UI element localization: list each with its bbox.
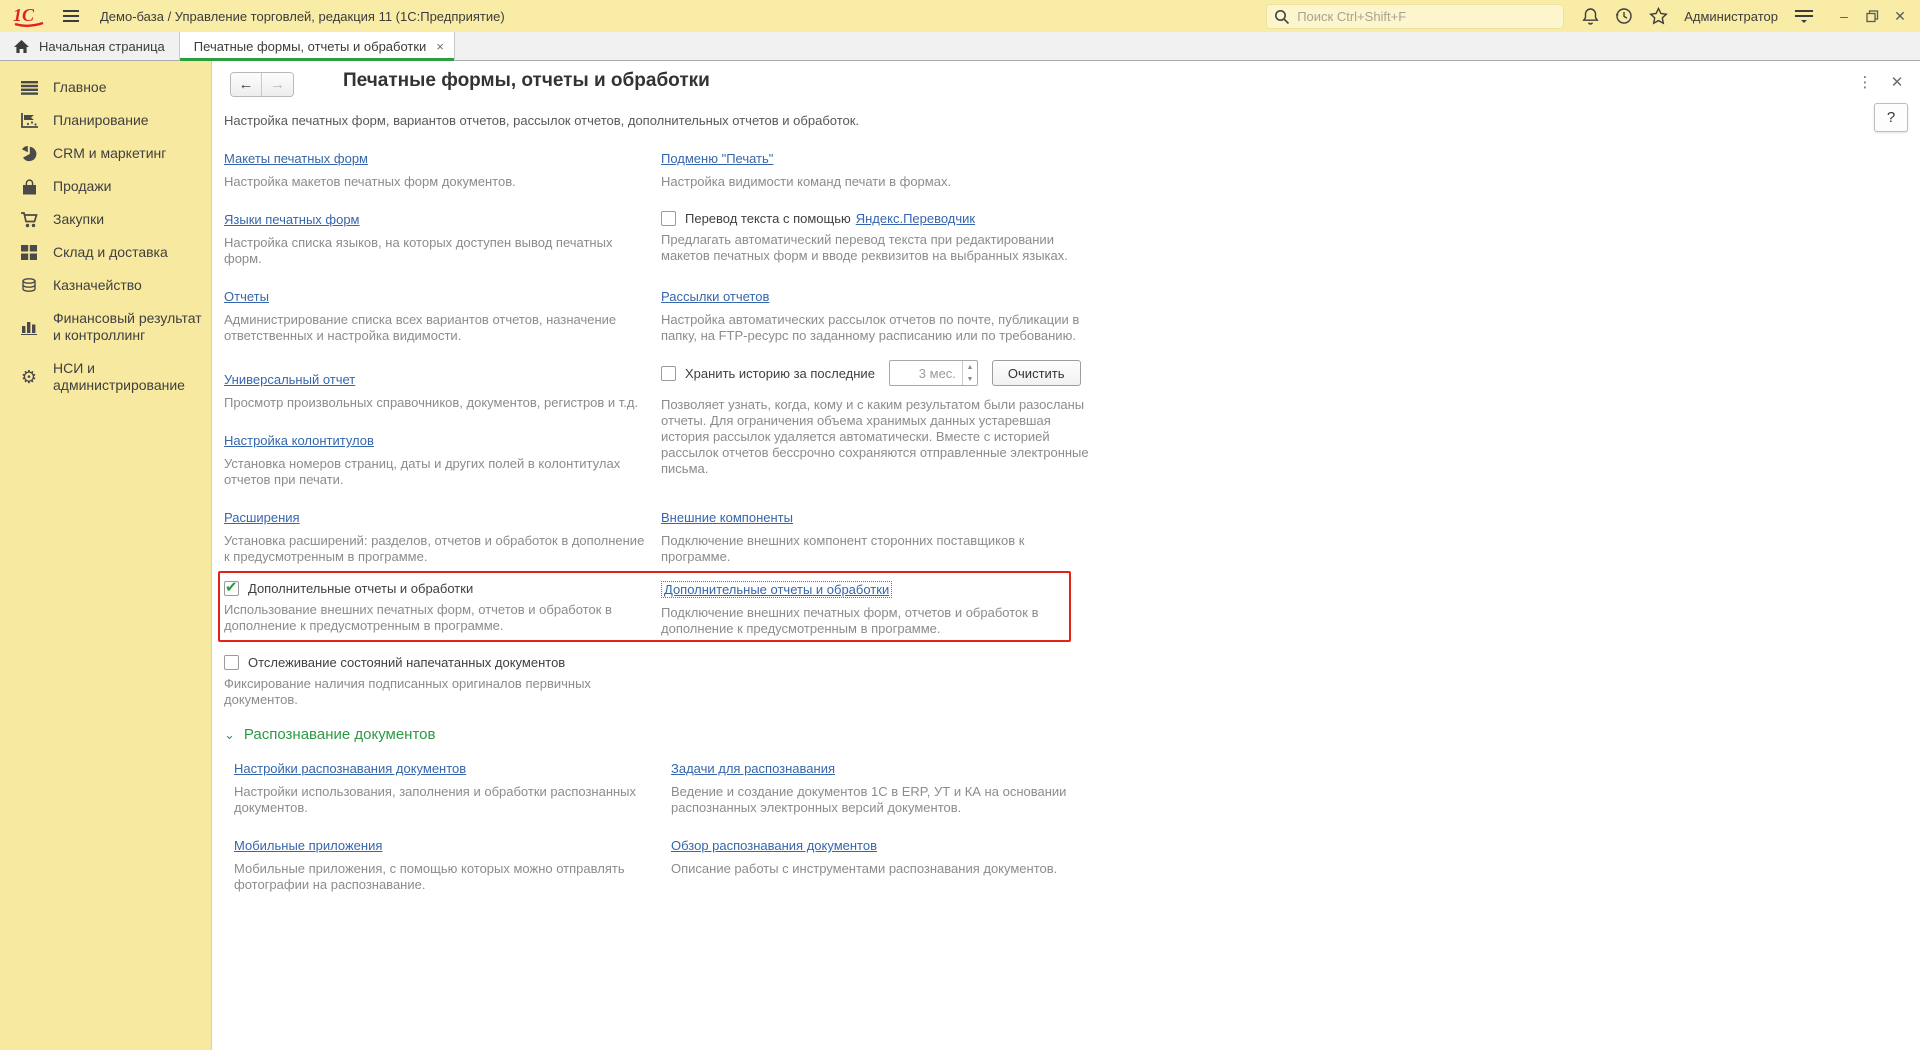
sections-sidebar: Главное Планирование CRM и маркетинг Про… (0, 61, 212, 1050)
history-icon[interactable] (1615, 7, 1633, 25)
main-menu-icon[interactable] (62, 9, 80, 23)
help-button[interactable]: ? (1874, 103, 1908, 132)
restore-button[interactable] (1858, 0, 1886, 32)
link-podmenu-pechat[interactable]: Подменю "Печать" (661, 151, 773, 166)
link-vneshnie-komponenty[interactable]: Внешние компоненты (661, 510, 793, 525)
shopping-cart-icon (18, 212, 40, 228)
page-subtitle: Настройка печатных форм, вариантов отчет… (224, 113, 1920, 128)
link-dop-otchety[interactable]: Дополнительные отчеты и обработки (661, 581, 892, 598)
menu-lines-icon (18, 81, 40, 95)
link-zadachi-raspoznavaniya[interactable]: Задачи для распознавания (671, 761, 835, 776)
close-form-icon[interactable]: ✕ (1888, 73, 1906, 91)
sidebar-item-finrezultat[interactable]: Финансовый результат и контроллинг (0, 302, 211, 352)
history-period-input[interactable] (890, 361, 962, 385)
stepper-down-icon[interactable]: ▼ (963, 373, 977, 385)
close-window-button[interactable]: ✕ (1886, 0, 1914, 32)
coins-icon (18, 278, 40, 294)
link-maketi-pechatnyh-form[interactable]: Макеты печатных форм (224, 151, 368, 166)
history-nav: ← → (230, 72, 294, 97)
minimize-button[interactable]: – (1830, 0, 1858, 32)
link-yazyki-pechatnyh-form[interactable]: Языки печатных форм (224, 212, 360, 227)
sidebar-item-sklad[interactable]: Склад и доставка (0, 236, 211, 269)
link-rassylki-otchetov[interactable]: Рассылки отчетов (661, 289, 769, 304)
sidebar-item-zakupki[interactable]: Закупки (0, 203, 211, 236)
forward-button[interactable]: → (262, 73, 293, 96)
link-nastroyki-raspoznavaniya[interactable]: Настройки распознавания документов (234, 761, 466, 776)
chevron-down-icon: ⌄ (224, 727, 235, 743)
sidebar-item-crm[interactable]: CRM и маркетинг (0, 137, 211, 170)
link-rasshireniya[interactable]: Расширения (224, 510, 300, 525)
notifications-bell-icon[interactable] (1582, 7, 1599, 25)
shopping-bag-icon (18, 179, 40, 195)
more-menu-icon[interactable]: ⋮ (1856, 73, 1874, 91)
sidebar-item-glavnoe[interactable]: Главное (0, 71, 211, 104)
search-icon (1274, 9, 1290, 25)
home-icon (14, 40, 29, 54)
sidebar-item-kaznacheystvo[interactable]: Казначейство (0, 269, 211, 302)
planning-chart-icon (18, 113, 40, 129)
link-universalny-otchet[interactable]: Универсальный отчет (224, 372, 355, 387)
highlight-dop-otchety: Дополнительные отчеты и обработки Исполь… (218, 571, 1071, 642)
link-mobilnye-prilozheniya[interactable]: Мобильные приложения (234, 838, 382, 853)
settings-grid: Макеты печатных форм Настройка макетов п… (224, 150, 1920, 914)
stepper-up-icon[interactable]: ▲ (963, 361, 977, 373)
1c-logo[interactable]: 1С (12, 5, 46, 27)
history-controls-row: Хранить историю за последние ▲ ▼ Очистит… (661, 360, 1089, 386)
back-button[interactable]: ← (231, 73, 262, 96)
tab-print-forms[interactable]: Печатные формы, отчеты и обработки × (180, 32, 455, 61)
current-user[interactable]: Администратор (1684, 9, 1778, 24)
link-obzor-raspoznavaniya[interactable]: Обзор распознавания документов (671, 838, 877, 853)
sidebar-item-nsi[interactable]: ⚙ НСИ и администрирование (0, 352, 211, 402)
tab-home[interactable]: Начальная страница (0, 32, 180, 61)
checkbox-otslezhivanie[interactable] (224, 655, 239, 670)
favorites-star-icon[interactable] (1649, 7, 1668, 25)
tab-print-forms-label: Печатные формы, отчеты и обработки (194, 39, 427, 54)
checkbox-perevod-teksta[interactable] (661, 211, 676, 226)
tab-bar: Начальная страница Печатные формы, отчет… (0, 32, 1920, 61)
bar-chart-icon (18, 320, 40, 335)
title-bar: 1С Демо-база / Управление торговлей, ред… (0, 0, 1920, 32)
checkbox-dop-otchety[interactable] (224, 581, 239, 596)
link-otchety[interactable]: Отчеты (224, 289, 269, 304)
global-search[interactable] (1266, 4, 1564, 29)
warehouse-grid-icon (18, 245, 40, 260)
sidebar-item-planirovanie[interactable]: Планирование (0, 104, 211, 137)
gear-icon: ⚙ (18, 369, 40, 385)
tab-close-icon[interactable]: × (436, 39, 444, 54)
svg-text:1С: 1С (13, 5, 35, 25)
sidebar-item-prodazhi[interactable]: Продажи (0, 170, 211, 203)
clear-history-button[interactable]: Очистить (992, 360, 1081, 386)
link-yandex-perevodchik[interactable]: Яндекс.Переводчик (856, 211, 975, 226)
app-title: Демо-база / Управление торговлей, редакц… (100, 9, 505, 24)
tab-home-label: Начальная страница (39, 39, 165, 54)
checkbox-hranit-istoriyu[interactable] (661, 366, 676, 381)
search-input[interactable] (1297, 5, 1559, 28)
pie-chart-icon (18, 146, 40, 162)
print-forms-settings-panel: ← → Печатные формы, отчеты и обработки ⋮… (212, 61, 1920, 1050)
section-raspoznavanie-dokumentov[interactable]: ⌄ Распознавание документов (224, 726, 1089, 743)
page-title: Печатные формы, отчеты и обработки (343, 70, 710, 92)
history-period-stepper: ▲ ▼ (889, 360, 978, 386)
link-nastroyka-kolontitulov[interactable]: Настройка колонтитулов (224, 433, 374, 448)
service-menu-icon[interactable] (1794, 9, 1814, 23)
